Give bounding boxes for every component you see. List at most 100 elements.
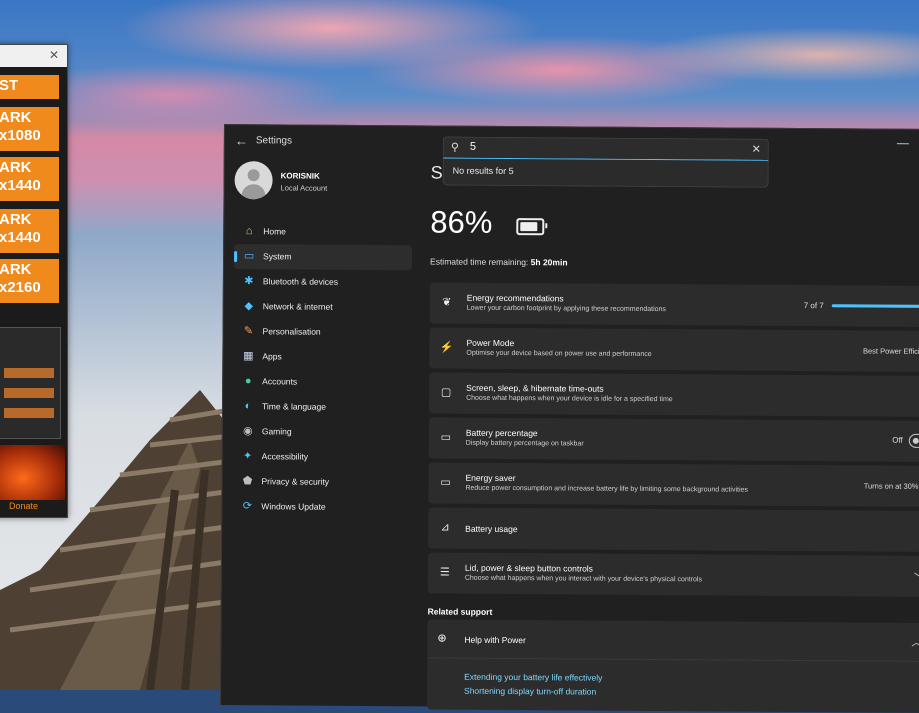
network-icon: ◆ bbox=[244, 300, 254, 313]
setting-title: Energy recommendations bbox=[466, 292, 564, 304]
sidebar-item-bluetooth-devices[interactable]: ✱ Bluetooth & devices bbox=[234, 269, 412, 295]
setting-card-screen-sleep-hibernate-time-outs[interactable]: ▢ Screen, sleep, & hibernate time-outs Cho… bbox=[428, 372, 919, 417]
sidebar-item-label: Gaming bbox=[261, 426, 292, 437]
benchmark-button-3[interactable]: ARK x1440 bbox=[0, 157, 59, 201]
brush-icon: ✎ bbox=[243, 325, 254, 338]
sidebar-item-windows-update[interactable]: ⟳ Windows Update bbox=[232, 494, 410, 520]
sidebar-item-network-internet[interactable]: ◆ Network & internet bbox=[234, 294, 412, 320]
sidebar-item-label: System bbox=[263, 251, 292, 262]
sidebar-item-label: Home bbox=[263, 226, 286, 237]
sidebar-nav: ⌂ Home ▭ System ✱ Bluetooth & devices ◆ Network… bbox=[232, 219, 413, 520]
home-icon: ⌂ bbox=[245, 225, 253, 238]
sidebar-item-time-language[interactable]: ◐ Time & language bbox=[233, 394, 411, 420]
sidebar-item-label: Privacy & security bbox=[261, 476, 330, 487]
setting-card-lid-power-sleep-button-controls[interactable]: ☰ Lid, power & sleep button controls Choos… bbox=[427, 552, 919, 597]
sidebar-item-label: Accounts bbox=[262, 376, 298, 387]
chart-icon: ⊿ bbox=[440, 521, 450, 534]
energy-saver-icon: ▭ bbox=[440, 476, 451, 489]
screen-sleep-icon: ▢ bbox=[440, 386, 452, 399]
avatar[interactable] bbox=[234, 161, 273, 200]
battery-percentage-toggle[interactable] bbox=[908, 433, 919, 448]
benchmark-button-1[interactable]: ST bbox=[0, 75, 59, 99]
sidebar-item-apps[interactable]: ▦ Apps bbox=[233, 344, 411, 370]
donate-link[interactable]: Donate bbox=[9, 501, 38, 511]
sidebar-item-label: Time & language bbox=[261, 401, 327, 412]
accounts-icon: ● bbox=[244, 375, 252, 388]
setting-title: Power Mode bbox=[466, 337, 515, 349]
benchmark-graph bbox=[0, 327, 61, 439]
sidebar-item-label: Accessibility bbox=[261, 451, 309, 462]
benchmark-button-2[interactable]: ARK x1080 bbox=[0, 107, 59, 151]
globe-icon: ◐ bbox=[244, 400, 252, 413]
minimize-icon[interactable]: — bbox=[897, 136, 909, 150]
related-support-heading: Related support bbox=[427, 606, 493, 617]
benchmark-button-4[interactable]: ARK x1440 bbox=[0, 209, 59, 253]
account-type: Local Account bbox=[280, 183, 328, 193]
clear-search-icon[interactable]: ✕ bbox=[752, 143, 761, 156]
setting-title: Energy saver bbox=[465, 472, 516, 484]
setting-card-power-mode[interactable]: ⚡ Power Mode Optimise your device based on… bbox=[429, 327, 919, 372]
close-icon[interactable]: ✕ bbox=[49, 48, 59, 62]
sidebar-item-accessibility[interactable]: ✦ Accessibility bbox=[233, 444, 411, 470]
flame-logo bbox=[0, 445, 65, 500]
sidebar-item-privacy-security[interactable]: ⬟ Privacy & security bbox=[232, 469, 410, 495]
search-icon: ⚲ bbox=[450, 141, 459, 154]
bluetooth-icon: ✱ bbox=[244, 275, 254, 288]
setting-title: Battery percentage bbox=[465, 427, 538, 439]
setting-description: Choose what happens when you interact wi… bbox=[464, 574, 702, 584]
recommendations-progress-bar bbox=[831, 304, 919, 308]
battery-percentage: 86% bbox=[430, 204, 493, 240]
system-icon: ▭ bbox=[243, 250, 255, 263]
setting-description: Choose what happens when your device is … bbox=[466, 394, 673, 404]
setting-card-battery-usage[interactable]: ⊿ Battery usage bbox=[428, 507, 919, 552]
setting-card-energy-recommendations[interactable]: ❦ Energy recommendations Lower your carbon… bbox=[429, 282, 919, 327]
sidebar-item-label: Windows Update bbox=[261, 501, 326, 512]
benchmark-button-5[interactable]: ARK x2160 bbox=[0, 259, 59, 303]
shield-icon: ⬟ bbox=[242, 475, 253, 488]
setting-card-energy-saver[interactable]: ▭ Energy saver Reduce power consumption an… bbox=[428, 462, 919, 507]
battery-icon: ▭ bbox=[440, 431, 452, 444]
setting-value: Turns on at 30% bbox=[863, 481, 919, 491]
setting-description: Reduce power consumption and increase ba… bbox=[465, 484, 748, 494]
search-input[interactable]: 5 bbox=[470, 141, 476, 153]
search-results-dropdown: No results for 5 bbox=[442, 158, 769, 188]
gaming-icon: ◉ bbox=[243, 425, 253, 438]
sidebar-item-label: Personalisation bbox=[262, 326, 321, 337]
recommendations-count: 7 of 7 bbox=[803, 301, 824, 311]
user-name: KORISNIK bbox=[280, 171, 320, 181]
help-with-power-card[interactable]: ⊕ Help with Power ︿ Extending your batte… bbox=[426, 619, 919, 713]
app-title: Settings bbox=[255, 135, 293, 147]
sidebar-item-personalisation[interactable]: ✎ Personalisation bbox=[233, 319, 411, 345]
update-icon: ⟳ bbox=[242, 500, 252, 513]
setting-card-battery-percentage[interactable]: ▭ Battery percentage Display battery perce… bbox=[428, 417, 919, 462]
benchmark-app-window: ✕ ST ARK x1080 ARK x1440 ARK x1440 ARK x… bbox=[0, 44, 68, 518]
sidebar-item-accounts[interactable]: ● Accounts bbox=[233, 369, 411, 395]
setting-value: Best Power Efficiency bbox=[862, 346, 919, 356]
sidebar-item-label: Apps bbox=[262, 351, 282, 362]
accessibility-icon: ✦ bbox=[243, 450, 253, 463]
globe-icon: ⊕ bbox=[437, 632, 447, 645]
power-mode-icon: ⚡ bbox=[439, 341, 454, 354]
no-results-text: No results for 5 bbox=[452, 165, 514, 177]
setting-title: Battery usage bbox=[465, 523, 518, 535]
setting-description: Lower your carbon footprint by applying … bbox=[466, 304, 666, 314]
benchmark-app-titlebar: ✕ bbox=[0, 45, 67, 67]
sidebar-item-home[interactable]: ⌂ Home bbox=[234, 219, 412, 245]
chevron-up-icon[interactable]: ︿ bbox=[911, 634, 919, 649]
sidebar-item-system[interactable]: ▭ System bbox=[233, 244, 413, 271]
sidebar-item-label: Bluetooth & devices bbox=[262, 276, 339, 287]
settings-window: ← Settings — ⚲ 5 ✕ No results for 5 KORI… bbox=[219, 124, 919, 713]
help-link-battery-life[interactable]: Extending your battery life effectively bbox=[464, 672, 602, 683]
list-icon: ☰ bbox=[439, 566, 450, 579]
chevron-down-icon[interactable]: ﹀ bbox=[914, 569, 919, 584]
help-link-display-turnoff[interactable]: Shortening display turn-off duration bbox=[464, 686, 596, 697]
setting-description: Display battery percentage on taskbar bbox=[465, 439, 584, 448]
leaf-icon: ❦ bbox=[442, 296, 452, 309]
apps-icon: ▦ bbox=[243, 350, 254, 363]
power-settings-list: ❦ Energy recommendations Lower your carbon… bbox=[427, 282, 919, 600]
help-title: Help with Power bbox=[464, 634, 526, 646]
sidebar-item-gaming[interactable]: ◉ Gaming bbox=[233, 419, 411, 445]
estimated-time: Estimated time remaining: 5h 20min bbox=[430, 256, 568, 268]
back-arrow-icon[interactable]: ← bbox=[235, 133, 248, 148]
toggle-state-label: Off bbox=[892, 435, 903, 445]
